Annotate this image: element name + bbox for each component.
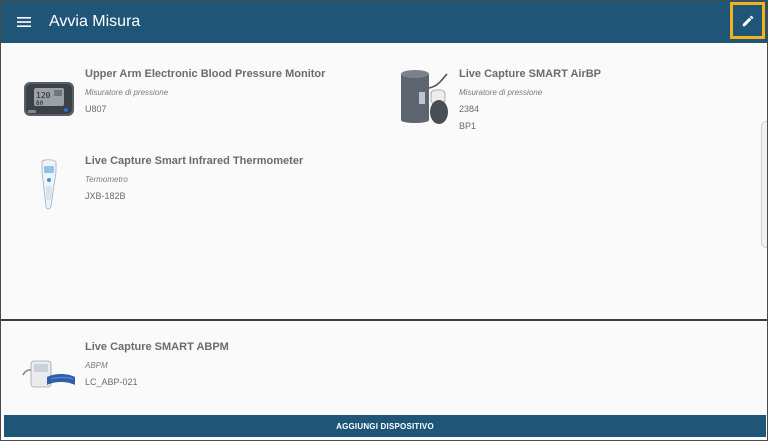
pencil-icon <box>742 15 753 26</box>
page-title: Avvia Misura <box>49 13 141 30</box>
add-device-button[interactable]: AGGIUNGI DISPOSITIVO <box>4 415 766 437</box>
device-name: Live Capture SMART ABPM <box>85 341 229 353</box>
app-screen: Avvia Misura 120 80 Upper Arm Electronic… <box>1 1 767 440</box>
svg-text:80: 80 <box>36 100 44 107</box>
svg-text:120: 120 <box>36 91 51 100</box>
airbp-cuff-image <box>395 67 451 129</box>
device-card[interactable]: Live Capture SMART AirBP Misuratore di p… <box>395 67 601 131</box>
device-category: Misuratore di pressione <box>85 88 169 97</box>
menu-icon[interactable] <box>13 11 35 33</box>
device-serial: 2384 <box>459 104 480 114</box>
device-card[interactable]: Live Capture Smart Infrared Thermometer … <box>21 154 303 216</box>
blood-pressure-monitor-image: 120 80 <box>21 67 77 129</box>
thermometer-image <box>21 154 77 216</box>
device-model: U807 <box>85 104 107 114</box>
device-model: LC_ABP-021 <box>85 377 138 387</box>
edit-button[interactable] <box>730 2 765 39</box>
device-model: JXB-182B <box>85 191 126 201</box>
device-category: Misuratore di pressione <box>459 88 543 97</box>
device-name: Upper Arm Electronic Blood Pressure Moni… <box>85 68 326 80</box>
device-model: BP1 <box>459 121 477 131</box>
device-card[interactable]: 120 80 Upper Arm Electronic Blood Pressu… <box>21 67 325 129</box>
device-info: Live Capture SMART AirBP Misuratore di p… <box>459 67 601 131</box>
device-name: Live Capture Smart Infrared Thermometer <box>85 155 304 167</box>
device-info: Live Capture SMART ABPM ABPM LC_ABP-021 <box>85 340 229 402</box>
app-bar: Avvia Misura <box>1 1 767 43</box>
side-panel-handle[interactable] <box>761 121 767 248</box>
abpm-device-image <box>21 340 77 402</box>
device-category: Termometro <box>85 175 128 184</box>
section-divider <box>1 319 767 321</box>
device-category: ABPM <box>85 361 108 370</box>
device-name: Live Capture SMART AirBP <box>459 68 602 80</box>
device-info: Upper Arm Electronic Blood Pressure Moni… <box>85 67 325 129</box>
device-card[interactable]: Live Capture SMART ABPM ABPM LC_ABP-021 <box>21 340 229 402</box>
device-info: Live Capture Smart Infrared Thermometer … <box>85 154 303 216</box>
